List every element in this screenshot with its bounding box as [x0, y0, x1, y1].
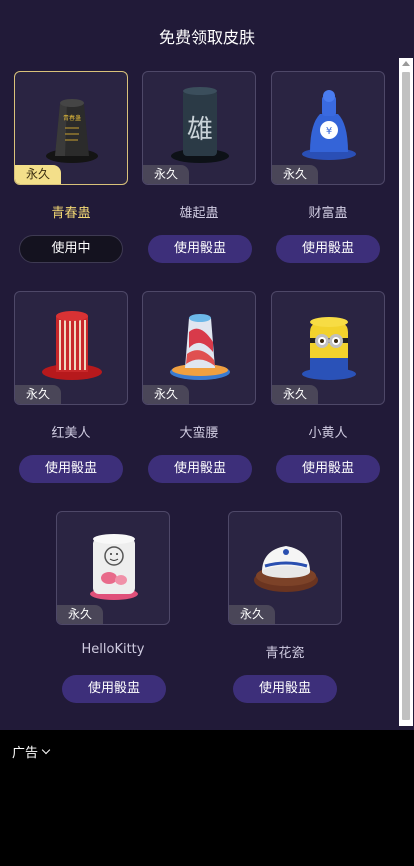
badge-permanent: 永久	[229, 605, 275, 624]
badge-permanent: 永久	[272, 165, 318, 184]
svg-text:雄: 雄	[187, 115, 213, 145]
use-dice-cup-button[interactable]: 使用骰盅	[62, 675, 166, 703]
ad-toggle[interactable]: 广告	[12, 742, 51, 761]
ad-label: 广告	[12, 746, 39, 761]
use-dice-cup-button[interactable]: 使用骰盅	[276, 455, 380, 483]
skin-card-damanyao[interactable]: 永久	[142, 291, 256, 405]
skin-name: 财富蛊	[308, 206, 348, 221]
skin-panel: 免费领取皮肤 青春蛊 永久 雄 永久 ¥ 永久 青春蛊 雄起蛊 财富蛊 使用中 …	[0, 0, 414, 730]
badge-permanent: 永久	[15, 165, 61, 184]
skin-card-qingchun[interactable]: 青春蛊 永久	[14, 71, 128, 185]
badge-permanent: 永久	[57, 605, 103, 624]
skin-name: 大蛮腰	[179, 426, 219, 441]
skin-name: 小黄人	[308, 426, 348, 441]
badge-permanent: 永久	[272, 385, 318, 404]
svg-text:¥: ¥	[326, 126, 332, 137]
skin-name: 雄起蛊	[179, 206, 219, 221]
skin-card-hellokitty[interactable]: 永久	[56, 511, 170, 625]
page-title: 免费领取皮肤	[158, 28, 255, 47]
skin-card-caifu[interactable]: ¥ 永久	[271, 71, 385, 185]
use-dice-cup-button[interactable]: 使用骰盅	[233, 675, 337, 703]
skin-card-xiongqi[interactable]: 雄 永久	[142, 71, 256, 185]
scroll-up-arrow-icon[interactable]	[402, 61, 410, 66]
skin-card-xiaohuangren[interactable]: 永久	[271, 291, 385, 405]
badge-permanent: 永久	[143, 165, 189, 184]
use-dice-cup-button[interactable]: 使用骰盅	[148, 455, 252, 483]
scrollbar-thumb[interactable]	[402, 72, 410, 720]
skin-name: 青花瓷	[265, 646, 305, 661]
scrollbar[interactable]	[399, 58, 413, 726]
svg-text:青春蛊: 青春蛊	[63, 114, 81, 122]
use-dice-cup-button[interactable]: 使用骰盅	[276, 235, 380, 263]
badge-permanent: 永久	[15, 385, 61, 404]
skin-card-hongmeiren[interactable]: 永久	[14, 291, 128, 405]
skin-name: 青春蛊	[51, 206, 91, 221]
use-dice-cup-button[interactable]: 使用骰盅	[19, 455, 123, 483]
skin-card-qinghuaci[interactable]: 永久	[228, 511, 342, 625]
use-dice-cup-button[interactable]: 使用骰盅	[148, 235, 252, 263]
using-button[interactable]: 使用中	[19, 235, 123, 263]
skin-name: HelloKitty	[81, 642, 145, 657]
badge-permanent: 永久	[143, 385, 189, 404]
chevron-down-icon	[41, 745, 51, 755]
skin-name: 红美人	[51, 426, 91, 441]
